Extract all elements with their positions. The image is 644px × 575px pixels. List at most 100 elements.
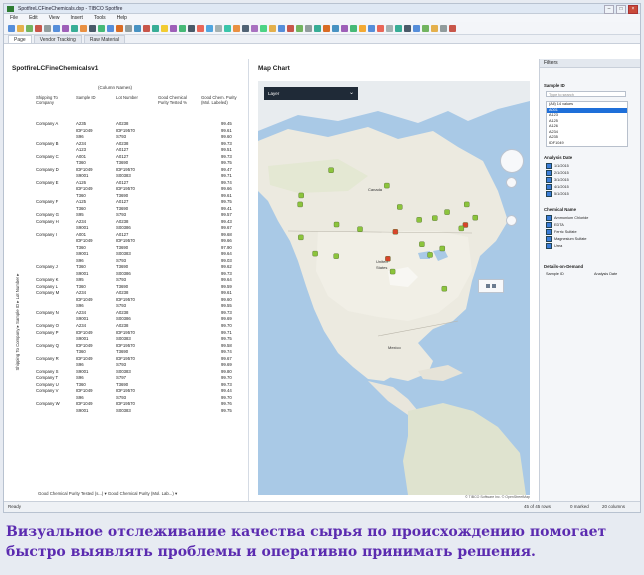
toolbar-button-icon[interactable] bbox=[35, 24, 42, 32]
toolbar-button-icon[interactable] bbox=[188, 24, 195, 32]
toolbar-button-icon[interactable] bbox=[305, 24, 312, 32]
toolbar-button-icon[interactable] bbox=[251, 24, 258, 32]
filter-checkbox[interactable]: Ferric Sulfate bbox=[546, 229, 577, 235]
map-marker[interactable] bbox=[328, 167, 334, 173]
tab-vendor-tracking[interactable]: Vendor Tracking bbox=[33, 35, 82, 43]
toolbar-button-icon[interactable] bbox=[143, 24, 150, 32]
toolbar-button-icon[interactable] bbox=[89, 24, 96, 32]
toolbar-button-icon[interactable] bbox=[107, 24, 114, 32]
toolbar-button-icon[interactable] bbox=[413, 24, 420, 32]
map-marker[interactable] bbox=[392, 229, 399, 235]
minimize-button[interactable]: – bbox=[604, 5, 614, 14]
toolbar-button-icon[interactable] bbox=[8, 24, 15, 32]
toolbar-button-icon[interactable] bbox=[431, 24, 438, 32]
toolbar-button-icon[interactable] bbox=[422, 24, 429, 32]
map-tools[interactable] bbox=[478, 279, 504, 293]
filter-checkbox[interactable]: 4/1/2015 bbox=[546, 184, 569, 190]
toolbar-button-icon[interactable] bbox=[404, 24, 411, 32]
maximize-button[interactable]: □ bbox=[616, 5, 626, 14]
filter-checkbox[interactable]: 1/1/2015 bbox=[546, 163, 569, 169]
toolbar-button-icon[interactable] bbox=[440, 24, 447, 32]
toolbar-button-icon[interactable] bbox=[296, 24, 303, 32]
toolbar-button-icon[interactable] bbox=[332, 24, 339, 32]
menu-tools[interactable]: Tools bbox=[94, 14, 106, 22]
header-shipping-to[interactable]: Shipping To Company bbox=[36, 95, 66, 105]
filter-search-input[interactable]: Type to search bbox=[546, 91, 626, 97]
toolbar-button-icon[interactable] bbox=[242, 24, 249, 32]
header-purity-tested[interactable]: Good Chemical Purity Tested % bbox=[158, 95, 198, 105]
toolbar-button-icon[interactable] bbox=[386, 24, 393, 32]
toolbar-button-icon[interactable] bbox=[395, 24, 402, 32]
toolbar-button-icon[interactable] bbox=[134, 24, 141, 32]
toolbar-button-icon[interactable] bbox=[80, 24, 87, 32]
map-marker[interactable] bbox=[397, 204, 403, 210]
toolbar-button-icon[interactable] bbox=[26, 24, 33, 32]
menu-help[interactable]: Help bbox=[117, 14, 127, 22]
toolbar-button-icon[interactable] bbox=[233, 24, 240, 32]
toolbar-button-icon[interactable] bbox=[359, 24, 366, 32]
toolbar-button-icon[interactable] bbox=[260, 24, 267, 32]
toolbar-button-icon[interactable] bbox=[449, 24, 456, 32]
filter-checkbox[interactable]: Ammonium Chloride bbox=[546, 215, 588, 221]
map-marker[interactable] bbox=[432, 215, 438, 221]
checkbox-icon[interactable] bbox=[546, 163, 552, 169]
checkbox-icon[interactable] bbox=[546, 243, 552, 249]
checkbox-icon[interactable] bbox=[546, 215, 552, 221]
map-marker[interactable] bbox=[298, 234, 304, 241]
header-sample-id[interactable]: Sample ID bbox=[76, 95, 106, 100]
toolbar-button-icon[interactable] bbox=[323, 24, 330, 32]
tab-page[interactable]: Page bbox=[8, 35, 32, 43]
map-marker[interactable] bbox=[333, 253, 339, 259]
checkbox-icon[interactable] bbox=[546, 236, 552, 242]
toolbar-button-icon[interactable] bbox=[98, 24, 105, 32]
filter-checkbox[interactable]: 3/1/2015 bbox=[546, 177, 569, 183]
toolbar-button-icon[interactable] bbox=[278, 24, 285, 32]
toolbar-button-icon[interactable] bbox=[71, 24, 78, 32]
toolbar-button-icon[interactable] bbox=[170, 24, 177, 32]
checkbox-icon[interactable] bbox=[546, 229, 552, 235]
checkbox-icon[interactable] bbox=[546, 191, 552, 197]
zoom-out-button[interactable] bbox=[506, 215, 517, 226]
checkbox-icon[interactable] bbox=[546, 177, 552, 183]
value-axis-selectors[interactable]: Good Chemical Purity Tested (s...) ▾ Goo… bbox=[38, 491, 177, 497]
toolbar-button-icon[interactable] bbox=[350, 24, 357, 32]
filter-sample-id-label[interactable]: Sample ID bbox=[544, 83, 565, 88]
zoom-in-button[interactable] bbox=[506, 177, 517, 188]
toolbar-button-icon[interactable] bbox=[62, 24, 69, 32]
map-marker[interactable] bbox=[472, 214, 478, 221]
checkbox-icon[interactable] bbox=[546, 222, 552, 228]
toolbar-button-icon[interactable] bbox=[287, 24, 294, 32]
map-layer-dropdown[interactable]: Layer ⌄ bbox=[264, 87, 358, 100]
map-marker[interactable] bbox=[312, 250, 318, 257]
close-button[interactable]: × bbox=[628, 5, 638, 14]
menu-file[interactable]: File bbox=[10, 14, 18, 22]
map-marker[interactable] bbox=[357, 226, 363, 232]
select-tool-icon[interactable] bbox=[486, 284, 490, 288]
map-marker[interactable] bbox=[384, 182, 390, 189]
toolbar-button-icon[interactable] bbox=[224, 24, 231, 32]
toolbar-button-icon[interactable] bbox=[377, 24, 384, 32]
filter-checkbox[interactable]: 5/1/2015 bbox=[546, 191, 569, 197]
toolbar-button-icon[interactable] bbox=[197, 24, 204, 32]
row-axis[interactable]: Shipping To Company ▸ Sample ID ▸ Lot Nu… bbox=[8, 209, 20, 449]
map-marker[interactable] bbox=[389, 268, 396, 275]
toolbar-button-icon[interactable] bbox=[152, 24, 159, 32]
toolbar-button-icon[interactable] bbox=[269, 24, 276, 32]
toolbar-button-icon[interactable] bbox=[125, 24, 132, 32]
toolbar-button-icon[interactable] bbox=[44, 24, 51, 32]
map-marker[interactable] bbox=[419, 241, 425, 247]
menu-view[interactable]: View bbox=[49, 14, 60, 22]
table-row[interactable]: S9001 S00383 99.75 bbox=[36, 408, 246, 415]
lasso-tool-icon[interactable] bbox=[492, 284, 496, 288]
header-purity-labeled[interactable]: Good Chem. Purity (Mol. Labeled) bbox=[201, 95, 241, 105]
filter-checkbox[interactable]: Urea bbox=[546, 243, 562, 249]
map-marker[interactable] bbox=[297, 201, 303, 208]
tab-raw-material[interactable]: Raw Material bbox=[83, 35, 126, 43]
map-marker[interactable] bbox=[333, 221, 340, 228]
filter-checkbox[interactable]: Magnesium Sulfate bbox=[546, 236, 587, 242]
sample-id-list[interactable]: (All) 14 values A001 A123 A125 A126 A234 A235 I… bbox=[546, 101, 628, 147]
toolbar-button-icon[interactable] bbox=[116, 24, 123, 32]
pan-navigation-control[interactable] bbox=[500, 149, 524, 173]
toolbar-button-icon[interactable] bbox=[17, 24, 24, 32]
column-names-selector[interactable]: (Column Names) bbox=[98, 85, 132, 90]
